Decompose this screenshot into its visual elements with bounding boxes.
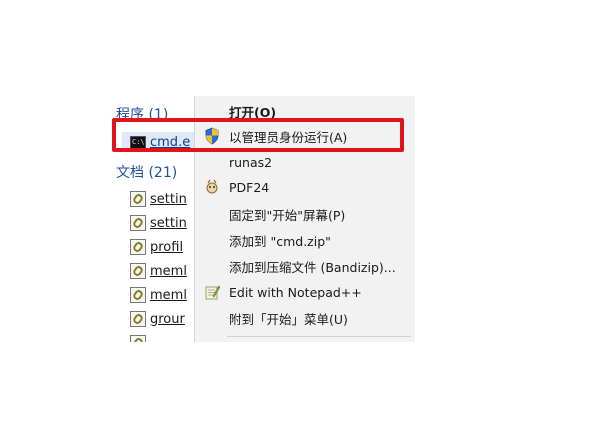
document-name: profil	[150, 239, 184, 255]
menu-item-runas2[interactable]: runas2	[195, 150, 415, 174]
menu-label: Edit with Notepad++	[229, 284, 362, 300]
menu-item-add-to-archive-bandizip[interactable]: 添加到压缩文件 (Bandizip)...	[195, 254, 415, 278]
document-name: meml	[150, 287, 187, 303]
document-item[interactable]: meml	[130, 286, 187, 304]
config-file-icon	[130, 287, 146, 303]
document-item[interactable]: grour	[130, 310, 185, 328]
menu-separator	[227, 336, 411, 337]
notepad-plus-plus-icon	[203, 283, 221, 301]
menu-item-add-to-zip[interactable]: 添加到 "cmd.zip"	[195, 228, 415, 252]
menu-item-edit-with-notepad[interactable]: Edit with Notepad++	[195, 280, 415, 304]
menu-label: 添加到压缩文件 (Bandizip)...	[229, 259, 396, 275]
document-name: settin	[150, 215, 187, 231]
menu-item-pdf24[interactable]: PDF24	[195, 175, 415, 199]
document-item[interactable]: settin	[130, 190, 187, 208]
config-file-icon	[130, 215, 146, 231]
annotation-highlight-box	[112, 118, 404, 152]
document-item[interactable]: profil	[130, 238, 183, 256]
document-item[interactable]: settin	[130, 214, 187, 232]
menu-item-pin-to-start-screen[interactable]: 固定到"开始"屏幕(P)	[195, 202, 415, 226]
menu-item-pin-to-start-menu[interactable]: 附到「开始」菜单(U)	[195, 306, 415, 330]
documents-heading[interactable]: 文档 (21)	[116, 162, 177, 182]
menu-label: PDF24	[229, 179, 270, 195]
config-file-icon	[130, 263, 146, 279]
menu-label: 添加到 "cmd.zip"	[229, 233, 331, 249]
document-name: meml	[150, 263, 187, 279]
config-file-icon	[130, 311, 146, 327]
config-file-icon	[130, 239, 146, 255]
document-name: grour	[150, 311, 185, 327]
menu-label: 固定到"开始"屏幕(P)	[229, 207, 346, 223]
document-name: settin	[150, 191, 187, 207]
pdf24-icon	[203, 178, 221, 196]
config-file-icon	[130, 191, 146, 207]
menu-label: runas2	[229, 154, 273, 170]
document-item-partial[interactable]	[130, 334, 150, 342]
menu-label: 附到「开始」菜单(U)	[229, 311, 348, 327]
document-item[interactable]: meml	[130, 262, 187, 280]
config-file-icon	[130, 335, 146, 342]
